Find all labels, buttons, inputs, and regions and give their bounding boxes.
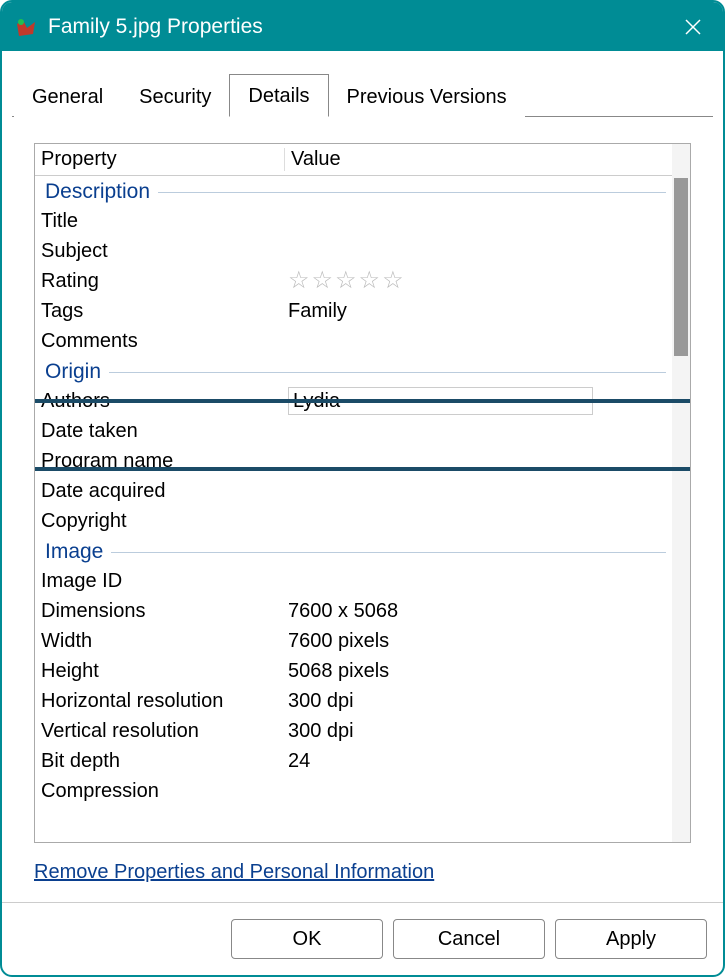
label-date-acquired: Date acquired bbox=[41, 477, 288, 505]
remove-properties-link[interactable]: Remove Properties and Personal Informati… bbox=[34, 861, 434, 883]
close-icon bbox=[684, 18, 702, 36]
section-origin-label: Origin bbox=[45, 360, 101, 384]
row-authors[interactable]: Authors bbox=[35, 386, 670, 416]
row-title[interactable]: Title bbox=[35, 206, 670, 236]
section-image-label: Image bbox=[45, 540, 103, 564]
value-vres: 300 dpi bbox=[288, 717, 670, 745]
value-subject bbox=[288, 237, 670, 265]
row-dimensions[interactable]: Dimensions 7600 x 5068 bbox=[35, 596, 670, 626]
label-vres: Vertical resolution bbox=[41, 717, 288, 745]
window-title: Family 5.jpg Properties bbox=[48, 15, 673, 39]
row-width[interactable]: Width 7600 pixels bbox=[35, 626, 670, 656]
authors-input[interactable] bbox=[288, 387, 593, 415]
tab-general[interactable]: General bbox=[14, 76, 121, 117]
value-height: 5068 pixels bbox=[288, 657, 670, 685]
dialog-footer: OK Cancel Apply bbox=[2, 902, 723, 975]
section-origin: Origin bbox=[35, 356, 670, 386]
titlebar: Family 5.jpg Properties bbox=[2, 2, 723, 51]
label-subject: Subject bbox=[41, 237, 288, 265]
value-compression bbox=[288, 777, 670, 805]
section-description-label: Description bbox=[45, 180, 150, 204]
label-compression: Compression bbox=[41, 777, 288, 805]
section-image: Image bbox=[35, 536, 670, 566]
row-rating[interactable]: Rating ☆ ☆ ☆ ☆ ☆ bbox=[35, 266, 670, 296]
properties-table: Property Value Description Title bbox=[34, 143, 691, 843]
value-program-name bbox=[288, 447, 670, 475]
label-hres: Horizontal resolution bbox=[41, 687, 288, 715]
row-vres[interactable]: Vertical resolution 300 dpi bbox=[35, 716, 670, 746]
label-copyright: Copyright bbox=[41, 507, 288, 535]
value-title bbox=[288, 207, 670, 235]
header-property[interactable]: Property bbox=[35, 148, 285, 171]
label-rating: Rating bbox=[41, 267, 288, 295]
value-dimensions: 7600 x 5068 bbox=[288, 597, 670, 625]
row-comments[interactable]: Comments bbox=[35, 326, 670, 356]
value-image-id bbox=[288, 567, 670, 595]
label-dimensions: Dimensions bbox=[41, 597, 288, 625]
app-icon bbox=[12, 13, 40, 41]
label-authors: Authors bbox=[41, 387, 288, 415]
row-date-taken[interactable]: Date taken bbox=[35, 416, 670, 446]
row-copyright[interactable]: Copyright bbox=[35, 506, 670, 536]
properties-scroll-area: Description Title Subject Rating bbox=[35, 176, 690, 842]
row-height[interactable]: Height 5068 pixels bbox=[35, 656, 670, 686]
label-width: Width bbox=[41, 627, 288, 655]
value-hres: 300 dpi bbox=[288, 687, 670, 715]
row-bit-depth[interactable]: Bit depth 24 bbox=[35, 746, 670, 776]
remove-link-row: Remove Properties and Personal Informati… bbox=[34, 843, 691, 890]
star-icon[interactable]: ☆ bbox=[312, 267, 334, 295]
star-icon[interactable]: ☆ bbox=[382, 267, 404, 295]
close-button[interactable] bbox=[673, 7, 713, 47]
value-bit-depth: 24 bbox=[288, 747, 670, 775]
row-hres[interactable]: Horizontal resolution 300 dpi bbox=[35, 686, 670, 716]
properties-dialog: Family 5.jpg Properties General Security… bbox=[0, 0, 725, 977]
tab-security[interactable]: Security bbox=[121, 76, 229, 117]
details-panel: Property Value Description Title bbox=[12, 117, 713, 902]
divider bbox=[158, 192, 666, 193]
rating-stars[interactable]: ☆ ☆ ☆ ☆ ☆ bbox=[288, 267, 670, 295]
label-image-id: Image ID bbox=[41, 567, 288, 595]
star-icon[interactable]: ☆ bbox=[335, 267, 357, 295]
cancel-button[interactable]: Cancel bbox=[393, 919, 545, 959]
value-tags: Family bbox=[288, 297, 670, 325]
label-date-taken: Date taken bbox=[41, 417, 288, 445]
label-bit-depth: Bit depth bbox=[41, 747, 288, 775]
table-header: Property Value bbox=[35, 144, 690, 176]
row-image-id[interactable]: Image ID bbox=[35, 566, 670, 596]
row-subject[interactable]: Subject bbox=[35, 236, 670, 266]
dialog-content: General Security Details Previous Versio… bbox=[2, 51, 723, 902]
value-comments bbox=[288, 327, 670, 355]
divider bbox=[111, 552, 666, 553]
label-program-name: Program name bbox=[41, 447, 288, 475]
tab-strip: General Security Details Previous Versio… bbox=[12, 73, 713, 117]
value-date-taken bbox=[288, 417, 670, 445]
star-icon[interactable]: ☆ bbox=[359, 267, 381, 295]
row-program-name[interactable]: Program name bbox=[35, 446, 670, 476]
value-copyright bbox=[288, 507, 670, 535]
apply-button[interactable]: Apply bbox=[555, 919, 707, 959]
ok-button[interactable]: OK bbox=[231, 919, 383, 959]
label-height: Height bbox=[41, 657, 288, 685]
label-tags: Tags bbox=[41, 297, 288, 325]
value-date-acquired bbox=[288, 477, 670, 505]
header-value[interactable]: Value bbox=[291, 148, 690, 171]
label-comments: Comments bbox=[41, 327, 288, 355]
row-date-acquired[interactable]: Date acquired bbox=[35, 476, 670, 506]
star-icon[interactable]: ☆ bbox=[288, 267, 310, 295]
tab-details[interactable]: Details bbox=[229, 74, 328, 117]
section-description: Description bbox=[35, 176, 670, 206]
divider bbox=[109, 372, 666, 373]
label-title: Title bbox=[41, 207, 288, 235]
tab-previous-versions[interactable]: Previous Versions bbox=[329, 76, 525, 117]
value-width: 7600 pixels bbox=[288, 627, 670, 655]
row-tags[interactable]: Tags Family bbox=[35, 296, 670, 326]
row-compression[interactable]: Compression bbox=[35, 776, 670, 806]
